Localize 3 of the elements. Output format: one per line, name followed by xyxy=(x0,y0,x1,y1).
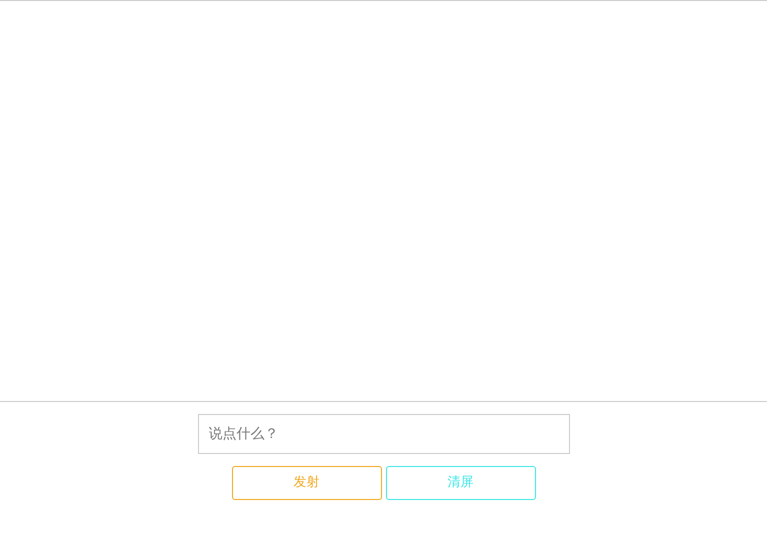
action-button[interactable]: 发射 xyxy=(232,466,382,500)
action-button[interactable]: 清屏 xyxy=(386,466,536,500)
input-field[interactable]: 说点什么？ xyxy=(198,414,570,454)
